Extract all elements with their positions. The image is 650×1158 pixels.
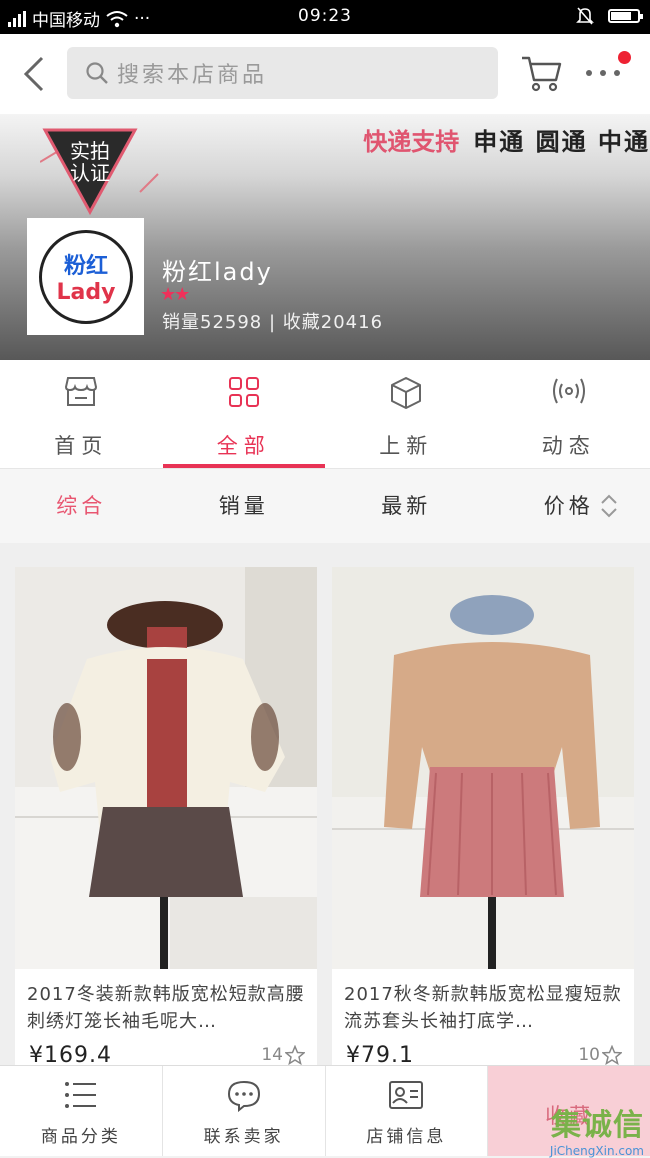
tab-new[interactable]: 上新 (325, 360, 488, 468)
tab-all-label: 全部 (163, 430, 326, 460)
status-bar: 中国移动 ··· 09:23 (0, 0, 650, 34)
product-fav[interactable]: 10 (578, 1045, 622, 1065)
svg-text:实拍: 实拍 (70, 139, 110, 163)
search-input[interactable]: 搜索本店商品 (67, 47, 498, 99)
watermark-url: JiChengXin.com (550, 1144, 644, 1158)
top-nav-bar: 搜索本店商品 (0, 34, 650, 114)
tab-feed[interactable]: 动态 (488, 360, 650, 468)
box-icon (390, 376, 422, 410)
shop-info-button[interactable]: 店铺信息 (326, 1066, 489, 1156)
store-icon (64, 376, 98, 408)
tab-home-label: 首页 (0, 430, 163, 460)
fav-count: 10 (578, 1045, 600, 1065)
svg-text:认证: 认证 (70, 161, 110, 185)
sort-sales[interactable]: 销量 (163, 469, 326, 543)
fav-count: 14 (261, 1045, 283, 1065)
back-arrow-icon[interactable] (20, 54, 50, 94)
product-card[interactable]: 2017冬装新款韩版宽松短款高腰刺绣灯笼长袖毛呢大… ¥169.4 14 (15, 567, 317, 1077)
star-outline-icon (285, 1045, 305, 1065)
sort-price-label: 价格 (544, 494, 594, 518)
sort-default[interactable]: 综合 (0, 469, 163, 543)
contact-seller-button[interactable]: 联系卖家 (163, 1066, 326, 1156)
product-fav[interactable]: 14 (261, 1045, 305, 1065)
shop-name: 粉红lady (162, 252, 273, 287)
shop-info-label: 店铺信息 (326, 1122, 488, 1147)
tab-feed-label: 动态 (488, 430, 650, 460)
photo-verified-badge: 实拍 认证 (40, 122, 180, 222)
contact-seller-label: 联系卖家 (163, 1122, 325, 1147)
tab-all[interactable]: 全部 (163, 360, 326, 468)
logo-text-cn: 粉红 (42, 248, 130, 280)
broadcast-icon (551, 376, 587, 406)
list-icon (64, 1080, 98, 1110)
id-card-icon (388, 1080, 424, 1110)
logo-text-en: Lady (42, 280, 130, 305)
sort-newest[interactable]: 最新 (325, 469, 488, 543)
battery-icon (608, 9, 640, 23)
grid-icon (228, 376, 260, 408)
express-carriers: 申通 圆通 中通 (473, 128, 650, 156)
tab-home[interactable]: 首页 (0, 360, 163, 468)
notification-badge (618, 51, 631, 64)
chat-icon (227, 1080, 261, 1112)
search-placeholder: 搜索本店商品 (117, 57, 267, 89)
mute-bell-icon (576, 6, 594, 26)
more-menu-button[interactable] (586, 58, 636, 88)
product-image[interactable] (15, 567, 317, 969)
express-label: 快递支持 (363, 128, 459, 156)
shop-logo[interactable]: 粉红 Lady (27, 218, 144, 335)
product-grid: 2017冬装新款韩版宽松短款高腰刺绣灯笼长袖毛呢大… ¥169.4 14 201… (0, 543, 650, 1065)
star-outline-icon (602, 1045, 622, 1065)
search-icon (85, 61, 109, 85)
shop-stats: 销量52598 | 收藏20416 (162, 308, 383, 334)
sort-price[interactable]: 价格 (488, 469, 650, 543)
cart-icon[interactable] (520, 52, 562, 94)
sort-bar: 综合 销量 最新 价格 (0, 469, 650, 544)
tab-new-label: 上新 (325, 430, 488, 460)
watermark-brand: 集诚信 (550, 1100, 644, 1144)
category-button[interactable]: 商品分类 (0, 1066, 163, 1156)
product-title[interactable]: 2017冬装新款韩版宽松短款高腰刺绣灯笼长袖毛呢大… (27, 981, 309, 1035)
product-card[interactable]: 2017秋冬新款韩版宽松显瘦短款流苏套头长袖打底学… ¥79.1 10 (332, 567, 634, 1077)
shop-tabs: 首页 全部 上新 动态 (0, 360, 650, 469)
product-title[interactable]: 2017秋冬新款韩版宽松显瘦短款流苏套头长袖打底学… (344, 981, 626, 1035)
category-label: 商品分类 (0, 1122, 162, 1147)
express-support: 快递支持申通 圆通 中通 (363, 122, 650, 157)
sort-updown-icon (600, 493, 618, 519)
clock: 09:23 (0, 6, 650, 26)
shop-rating-stars: ★★ (160, 284, 188, 305)
product-image[interactable] (332, 567, 634, 969)
watermark: 集诚信 JiChengXin.com (550, 1100, 644, 1158)
shop-banner: 实拍 认证 快递支持申通 圆通 中通 粉红 Lady 粉红lady ★★ 销量5… (0, 114, 650, 360)
